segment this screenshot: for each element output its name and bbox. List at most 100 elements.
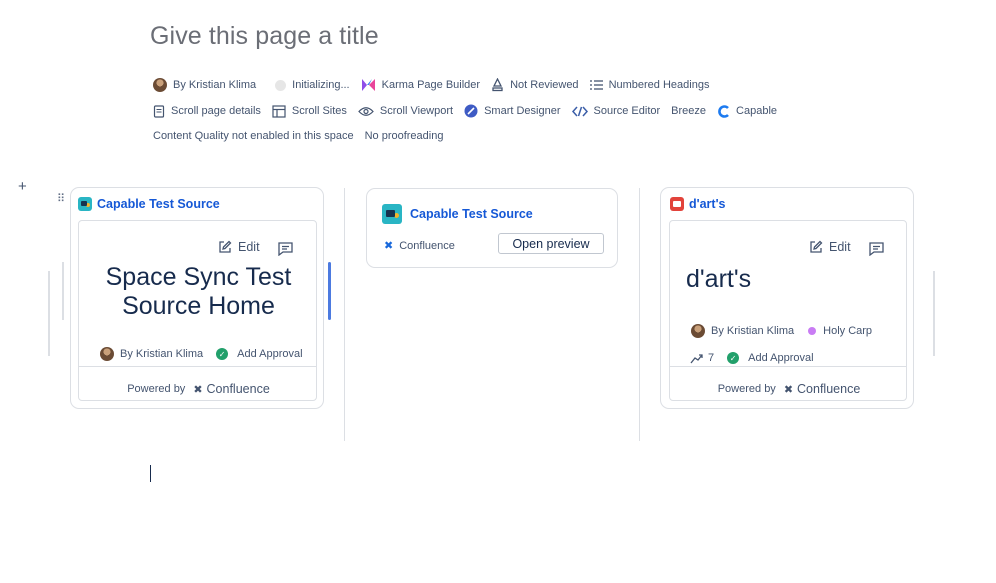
byline-smart-designer[interactable]: Smart Designer	[464, 104, 561, 118]
page-details-icon	[153, 104, 165, 118]
embed-author: By Kristian Klima	[711, 325, 795, 337]
avatar	[153, 78, 167, 92]
text-cursor[interactable]	[150, 465, 151, 482]
powered-by-footer: Powered by ✖ Confluence	[670, 382, 906, 396]
view-count: 7	[708, 352, 715, 364]
byline-author[interactable]: By Kristian Klima	[153, 78, 256, 92]
eye-icon	[358, 106, 374, 117]
card-source: ✖ Confluence	[384, 239, 455, 253]
byline-smart-designer-label: Smart Designer	[484, 105, 561, 117]
card-title-text: d'art's	[689, 197, 726, 211]
byline-source-editor-label: Source Editor	[593, 105, 661, 117]
karma-icon	[361, 78, 376, 92]
embed-page-heading: Space Sync Test Source Home	[105, 263, 292, 320]
byline-numbered-headings[interactable]: Numbered Headings	[589, 79, 710, 91]
status-dot-icon	[275, 79, 287, 91]
edit-label: Edit	[829, 240, 851, 254]
capable-icon	[717, 104, 730, 118]
embed-footer-divider	[670, 366, 906, 367]
byline-row-2: Scroll page details Scroll Sites Scroll …	[153, 104, 788, 118]
add-approval-link[interactable]: Add Approval	[237, 348, 302, 360]
byline-breeze[interactable]: Breeze	[671, 105, 706, 117]
smart-link-card-right[interactable]: d'art's Edit d'art's By Kristian Klima H…	[660, 187, 914, 409]
column-divider-2	[639, 188, 640, 441]
confluence-logo-icon: ✖	[193, 383, 203, 396]
embed-meta-row: By Kristian Klima ✓ Add Approval	[100, 347, 303, 361]
embed-meta-row: By Kristian Klima Holy Carp	[691, 324, 872, 338]
byline-row-3: Content Quality not enabled in this spac…	[153, 130, 454, 142]
capable-logo-icon	[382, 204, 402, 224]
column-resize-handle-left-inner[interactable]	[62, 262, 64, 320]
card-title-link[interactable]: d'art's	[670, 197, 726, 211]
darts-logo-icon	[670, 197, 684, 211]
card-title-link[interactable]: Capable Test Source	[382, 204, 533, 224]
column-resize-handle-left[interactable]	[48, 271, 50, 356]
byline-scroll-sites-label: Scroll Sites	[291, 105, 347, 117]
embed-preview: Edit Space Sync Test Source Home By Kris…	[78, 220, 317, 401]
powered-by-label: Powered by	[127, 383, 186, 395]
byline-proofreading[interactable]: No proofreading	[365, 130, 444, 142]
byline-scroll-viewport[interactable]: Scroll Viewport	[358, 105, 453, 117]
byline-initializing-label: Initializing...	[292, 79, 350, 91]
edit-label: Edit	[238, 240, 260, 254]
byline-scroll-sites[interactable]: Scroll Sites	[272, 104, 347, 118]
byline-initializing[interactable]: Initializing...	[275, 79, 350, 91]
byline-scroll-page-details[interactable]: Scroll page details	[153, 104, 261, 118]
comment-icon[interactable]	[869, 242, 884, 256]
smart-link-card-middle[interactable]: Capable Test Source ✖ Confluence Open pr…	[366, 188, 618, 268]
card-title-link[interactable]: Capable Test Source	[78, 197, 220, 211]
embed-page-heading: d'art's	[686, 265, 752, 293]
embed-author: By Kristian Klima	[120, 348, 204, 360]
smart-link-card-left[interactable]: Capable Test Source Edit Space Sync Test…	[70, 187, 324, 409]
avatar	[691, 324, 705, 338]
column-resize-handle-active[interactable]	[328, 262, 331, 320]
sites-icon	[272, 104, 286, 118]
embed-preview: Edit d'art's By Kristian Klima Holy Carp…	[669, 220, 907, 401]
review-icon	[491, 78, 504, 92]
drag-handle-icon[interactable]: ⠿	[57, 192, 65, 205]
approval-check-icon: ✓	[727, 352, 740, 364]
byline-row-1: By Kristian Klima Initializing... Karma …	[153, 78, 720, 92]
tag-dot-icon	[808, 327, 817, 335]
powered-by-label: Powered by	[717, 383, 776, 395]
approval-check-icon: ✓	[216, 348, 229, 360]
confluence-brand: Confluence	[206, 382, 270, 396]
open-preview-button[interactable]: Open preview	[498, 233, 604, 254]
insert-plus-icon[interactable]: +	[18, 178, 27, 195]
confluence-logo-icon: ✖	[783, 383, 794, 396]
pencil-icon	[218, 240, 232, 254]
page-title-input[interactable]: Give this page a title	[150, 22, 379, 51]
byline-karma-label: Karma Page Builder	[381, 79, 481, 91]
byline-scroll-viewport-label: Scroll Viewport	[379, 105, 454, 117]
designer-icon	[464, 104, 478, 118]
card-title-text: Capable Test Source	[97, 197, 220, 211]
confluence-brand: Confluence	[797, 382, 861, 396]
comment-icon[interactable]	[278, 242, 293, 256]
embed-tag[interactable]: Holy Carp	[823, 325, 872, 337]
byline-karma-page-builder[interactable]: Karma Page Builder	[361, 78, 480, 92]
edit-button[interactable]: Edit	[809, 240, 851, 254]
byline-scroll-page-details-label: Scroll page details	[171, 105, 261, 117]
byline-content-quality[interactable]: Content Quality not enabled in this spac…	[153, 130, 354, 142]
code-icon	[571, 106, 588, 117]
card-source-label: Confluence	[399, 239, 455, 252]
confluence-logo-icon: ✖	[384, 240, 394, 252]
trend-icon	[690, 353, 703, 364]
byline-proofreading-label: No proofreading	[364, 130, 444, 142]
byline-numbered-headings-label: Numbered Headings	[608, 79, 710, 91]
byline-capable[interactable]: Capable	[717, 104, 778, 118]
add-approval-link[interactable]: Add Approval	[748, 352, 813, 364]
byline-source-editor[interactable]: Source Editor	[571, 105, 661, 117]
byline-content-quality-label: Content Quality not enabled in this spac…	[153, 130, 354, 142]
embed-stats-row: 7 ✓ Add Approval	[690, 352, 814, 364]
byline-capable-label: Capable	[736, 105, 778, 117]
byline-not-reviewed[interactable]: Not Reviewed	[491, 78, 579, 92]
byline-author-label: By Kristian Klima	[173, 79, 257, 91]
edit-button[interactable]: Edit	[218, 240, 260, 254]
powered-by-footer: Powered by ✖ Confluence	[79, 382, 316, 396]
capable-logo-icon	[78, 197, 92, 211]
byline-not-reviewed-label: Not Reviewed	[510, 79, 579, 91]
column-resize-handle-right[interactable]	[933, 271, 935, 356]
byline-breeze-label: Breeze	[671, 105, 707, 117]
card-title-text: Capable Test Source	[410, 207, 533, 221]
